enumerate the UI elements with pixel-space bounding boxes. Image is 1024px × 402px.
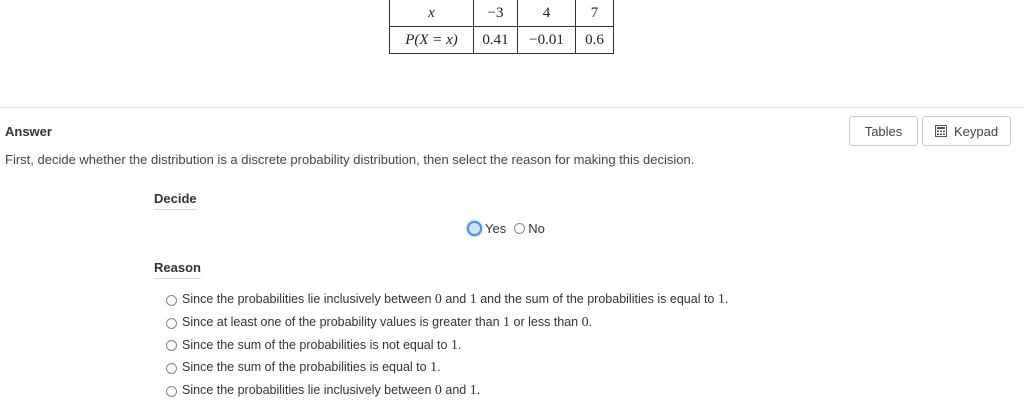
reason-option-2[interactable]: Since at least one of the probability va… (166, 312, 728, 335)
reason-option-3[interactable]: Since the sum of the probabilities is no… (166, 334, 728, 357)
decide-option-yes[interactable]: Yes (467, 221, 506, 236)
section-divider (0, 107, 1024, 108)
reason-label: Reason (154, 260, 201, 279)
table-header-prob: P(X = x) (389, 26, 474, 54)
table-cell-x3: 7 (575, 0, 614, 27)
instructions-text: First, decide whether the distribution i… (5, 152, 695, 167)
probability-table: x −3 4 7 P(X = x) 0.41 −0.01 0.6 (389, 0, 614, 54)
decide-option-no[interactable]: No (514, 221, 545, 236)
answer-heading: Answer (5, 124, 52, 139)
radio-reason-5[interactable] (166, 385, 177, 397)
radio-reason-1[interactable] (166, 294, 177, 306)
table-row-values: x −3 4 7 (389, 0, 614, 27)
decide-option-no-label: No (528, 221, 545, 236)
table-row-probabilities: P(X = x) 0.41 −0.01 0.6 (389, 26, 614, 54)
radio-yes[interactable] (467, 221, 482, 236)
reason-option-5[interactable]: Since the probabilities lie inclusively … (166, 380, 728, 402)
reason-option-5-label: Since the probabilities lie inclusively … (182, 383, 481, 399)
radio-reason-2[interactable] (166, 317, 177, 329)
tables-button-label: Tables (864, 123, 903, 139)
decide-label: Decide (154, 191, 197, 210)
keypad-button-label: Keypad (953, 123, 999, 139)
decide-radio-group: Yes No (467, 221, 545, 236)
reason-option-4-label: Since the sum of the probabilities is eq… (182, 360, 441, 376)
reason-option-1[interactable]: Since the probabilities lie inclusively … (166, 289, 728, 312)
decide-option-yes-label: Yes (485, 221, 507, 236)
keypad-button[interactable]: Keypad (922, 116, 1011, 146)
reason-option-3-label: Since the sum of the probabilities is no… (182, 337, 462, 353)
radio-reason-4[interactable] (166, 362, 177, 374)
reason-option-1-label: Since the probabilities lie inclusively … (182, 292, 729, 308)
reason-option-4[interactable]: Since the sum of the probabilities is eq… (166, 357, 728, 380)
reason-option-2-label: Since at least one of the probability va… (182, 315, 593, 331)
radio-reason-3[interactable] (166, 340, 177, 352)
tables-button[interactable]: Tables (849, 116, 918, 146)
table-cell-p3: 0.6 (575, 26, 614, 54)
radio-no[interactable] (514, 223, 526, 234)
calculator-icon (934, 125, 947, 137)
table-cell-x2: 4 (517, 0, 576, 27)
table-cell-x1: −3 (473, 0, 518, 27)
table-cell-p1: 0.41 (473, 26, 518, 54)
reason-radio-group: Since the probabilities lie inclusively … (166, 289, 728, 402)
table-header-x: x (389, 0, 474, 27)
table-cell-p2: −0.01 (517, 26, 576, 54)
